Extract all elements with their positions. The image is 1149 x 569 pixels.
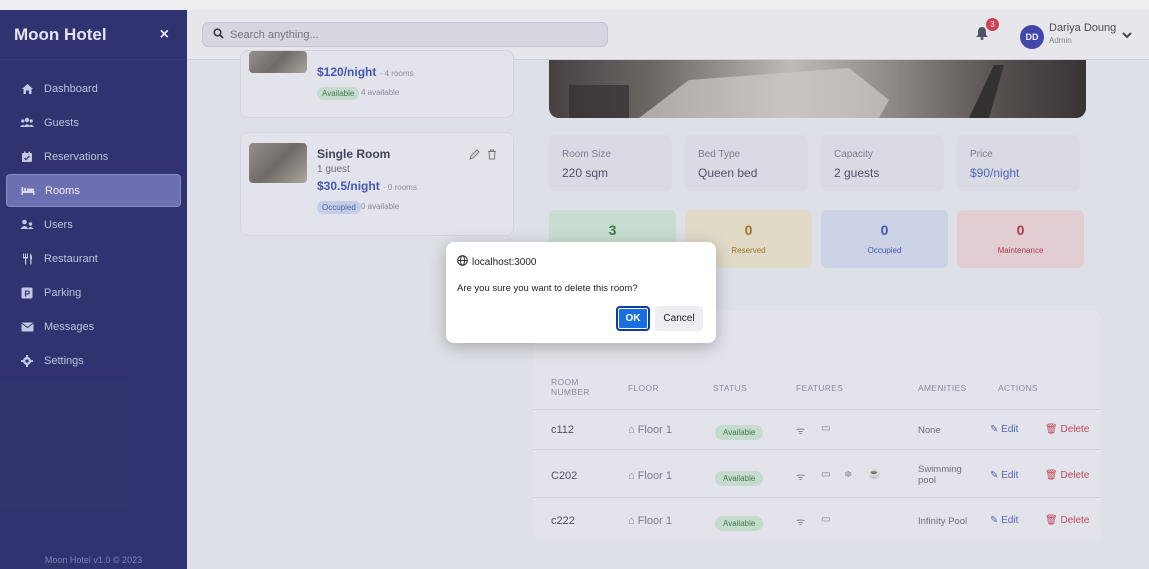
globe-icon (457, 255, 468, 269)
dialog-origin: localhost:3000 (457, 255, 537, 269)
cancel-button[interactable]: Cancel (655, 306, 703, 331)
ok-button[interactable]: OK (616, 306, 650, 331)
confirm-dialog: localhost:3000 Are you sure you want to … (446, 242, 716, 343)
dialog-message: Are you sure you want to delete this roo… (457, 283, 638, 294)
dialog-origin-text: localhost:3000 (472, 256, 537, 268)
